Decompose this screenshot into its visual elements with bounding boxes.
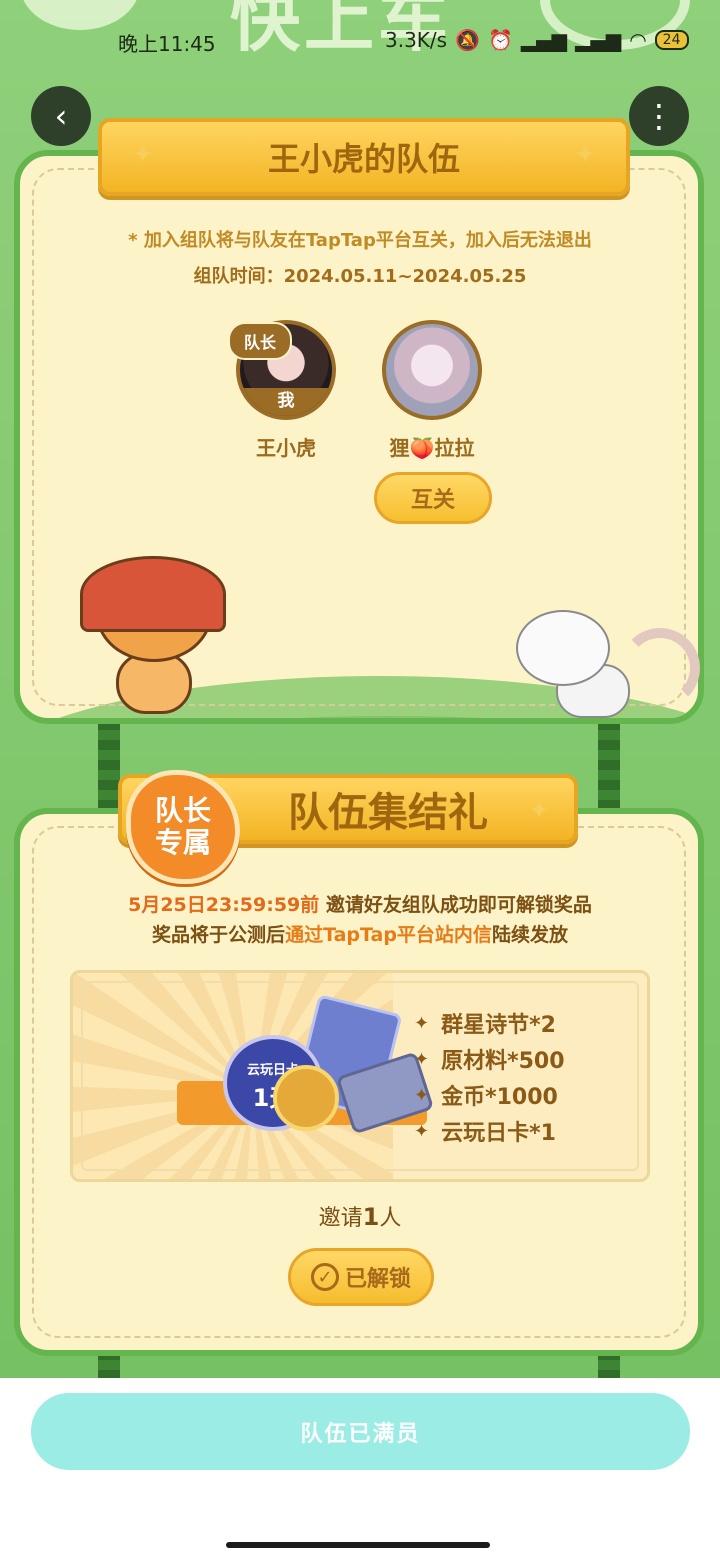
sparkle-icon: ✦ xyxy=(528,796,550,826)
leader-tag: 队长 xyxy=(228,322,292,360)
status-time: 晚上11:45 xyxy=(118,32,216,56)
sparkle-icon: ✦ xyxy=(132,140,154,170)
gift-title: 队伍集结礼 xyxy=(288,790,488,836)
more-icon: ⋮ xyxy=(643,97,675,135)
white-cat-illustration xyxy=(516,604,700,720)
gift-desc-1-text: 邀请好友组队成功即可解锁奖品 xyxy=(319,894,592,916)
team-full-button[interactable]: 队伍已满员 xyxy=(31,1393,690,1470)
reward-item: ✦ 群星诗节*2 xyxy=(414,1012,556,1039)
chain-pillar xyxy=(598,720,620,820)
badge-line2: 专属 xyxy=(154,826,211,859)
gift-desc-2-highlight: 通过TapTap平台站内信 xyxy=(285,924,492,946)
battery-icon: 24 xyxy=(654,30,689,50)
home-indicator[interactable] xyxy=(226,1542,490,1548)
alarm-icon: ⏰ xyxy=(488,28,513,52)
mute-icon: 🔕 xyxy=(455,28,480,52)
sparkle-icon: ✦ xyxy=(414,1084,430,1106)
sparkle-icon: ✦ xyxy=(414,1012,430,1034)
check-icon: ✓ xyxy=(310,1263,339,1291)
fox-mascot-illustration xyxy=(76,556,226,716)
member-name: 狸🍑拉拉 xyxy=(389,436,475,460)
reward-item: ✦ 原材料*500 xyxy=(414,1048,565,1075)
more-button[interactable]: ⋮ xyxy=(629,86,689,146)
unlocked-button[interactable]: ✓ 已解锁 xyxy=(288,1248,434,1306)
sparkle-icon: ✦ xyxy=(414,1048,430,1070)
reward-list: ✦ 群星诗节*2 ✦ 原材料*500 ✦ 金币*1000 ✦ 云玩日卡*1 xyxy=(414,1010,565,1154)
sparkle-icon: ✦ xyxy=(574,140,596,170)
chain-pillar xyxy=(98,720,120,820)
signal-icon: ▂▄▆ xyxy=(520,28,568,52)
status-icons: 3.3K/s 🔕 ⏰ ▂▄▆ ▂▄▆ ◠ 24 xyxy=(385,28,689,52)
me-label: 我 xyxy=(240,388,332,416)
sparkle-icon: ✦ xyxy=(414,1120,430,1142)
badge-line1: 队长 xyxy=(154,794,211,827)
reward-item: ✦ 金币*1000 xyxy=(414,1084,558,1111)
team-title: 王小虎的队伍 xyxy=(267,140,460,178)
wifi-icon: ◠ xyxy=(629,28,647,52)
member-name: 王小虎 xyxy=(256,436,316,460)
unlocked-label: 已解锁 xyxy=(344,1267,411,1292)
network-speed: 3.3K/s xyxy=(385,28,448,52)
back-button[interactable]: ‹ xyxy=(31,86,91,146)
gift-deadline: 5月25日23:59:59前 xyxy=(128,894,320,916)
team-notice: * 加入组队将与队友在TapTap平台互关，加入后无法退出 xyxy=(128,230,592,251)
signal2-icon: ▂▄▆ xyxy=(575,28,622,52)
team-period: 组队时间：2024.05.11~2024.05.25 xyxy=(193,266,527,287)
gift-desc-2-post: 陆续发放 xyxy=(491,924,568,946)
avatar-member[interactable] xyxy=(382,320,482,420)
coin-icon xyxy=(273,1065,339,1131)
gift-desc-2-pre: 奖品将于公测后 xyxy=(152,924,286,946)
gift-desc-2: 奖品将于公测后通过TapTap平台站内信陆续发放 xyxy=(0,920,720,947)
back-icon: ‹ xyxy=(54,97,68,135)
reward-item: ✦ 云玩日卡*1 xyxy=(414,1120,556,1147)
team-title-ribbon: ✦ 王小虎的队伍 ✦ xyxy=(98,118,630,196)
status-bar: 晚上11:45 3.3K/s 🔕 ⏰ ▂▄▆ ▂▄▆ ◠ 24 xyxy=(0,28,720,58)
follow-button[interactable]: 互关 xyxy=(374,472,492,524)
hero-decoration xyxy=(20,0,140,30)
gift-desc-1: 5月25日23:59:59前 邀请好友组队成功即可解锁奖品 xyxy=(0,890,720,917)
invite-count: 邀请1人 xyxy=(318,1203,402,1231)
